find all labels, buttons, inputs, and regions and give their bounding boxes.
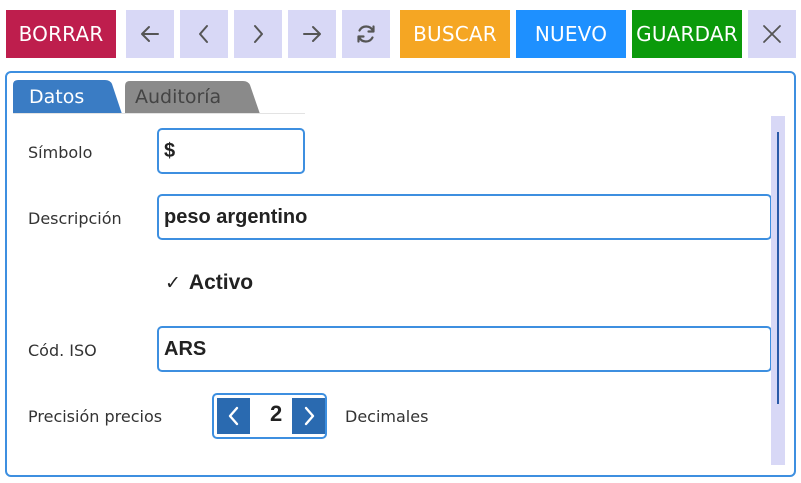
increment-button[interactable] bbox=[292, 398, 325, 434]
arrow-right-icon bbox=[303, 26, 321, 42]
last-record-button[interactable] bbox=[288, 10, 336, 58]
iso-value: ARS bbox=[164, 337, 207, 360]
activo-label: Activo bbox=[188, 271, 254, 294]
tab-label: Auditoría bbox=[135, 86, 222, 108]
toolbar: BORRAR BUSCAR NUEVO GUARDAR bbox=[0, 0, 801, 70]
close-icon bbox=[763, 25, 781, 43]
delete-button[interactable]: BORRAR bbox=[6, 10, 116, 58]
arrow-left-icon bbox=[141, 26, 159, 42]
scrollbar-thumb[interactable] bbox=[777, 132, 779, 404]
save-button[interactable]: GUARDAR bbox=[632, 10, 742, 58]
first-record-button[interactable] bbox=[126, 10, 174, 58]
form-panel: Auditoría Datos Símbolo $ Descripción pe… bbox=[5, 71, 796, 477]
tab-label: Datos bbox=[29, 86, 85, 108]
simbolo-label: Símbolo bbox=[28, 143, 93, 162]
decrement-button[interactable] bbox=[217, 398, 250, 434]
new-button[interactable]: NUEVO bbox=[516, 10, 626, 58]
next-record-button[interactable] bbox=[234, 10, 282, 58]
tab-datos[interactable]: Datos bbox=[13, 80, 123, 114]
tab-auditoria[interactable]: Auditoría bbox=[119, 80, 261, 114]
chevron-right-icon bbox=[304, 406, 314, 426]
precision-stepper[interactable]: 2 bbox=[212, 393, 327, 439]
chevron-left-icon bbox=[199, 25, 208, 43]
activo-checkbox[interactable]: ✓ Activo bbox=[165, 271, 253, 295]
iso-field[interactable]: ARS bbox=[157, 326, 772, 372]
checkmark-icon: ✓ bbox=[165, 272, 181, 294]
simbolo-value: $ bbox=[164, 139, 176, 162]
refresh-icon bbox=[357, 25, 375, 43]
precision-label: Precisión precios bbox=[28, 407, 163, 426]
vertical-scrollbar[interactable] bbox=[771, 116, 785, 465]
decimales-label: Decimales bbox=[345, 407, 429, 426]
chevron-right-icon bbox=[254, 25, 263, 43]
simbolo-field[interactable]: $ bbox=[157, 128, 305, 174]
descripcion-label: Descripción bbox=[28, 209, 122, 228]
precision-value: 2 bbox=[270, 401, 283, 426]
previous-record-button[interactable] bbox=[180, 10, 228, 58]
search-button[interactable]: BUSCAR bbox=[400, 10, 510, 58]
descripcion-value: peso argentino bbox=[164, 205, 308, 228]
chevron-left-icon bbox=[228, 406, 238, 426]
tab-divider bbox=[13, 113, 305, 114]
iso-label: Cód. ISO bbox=[28, 341, 97, 360]
refresh-button[interactable] bbox=[342, 10, 390, 58]
descripcion-field[interactable]: peso argentino bbox=[157, 194, 772, 240]
close-button[interactable] bbox=[748, 10, 796, 58]
